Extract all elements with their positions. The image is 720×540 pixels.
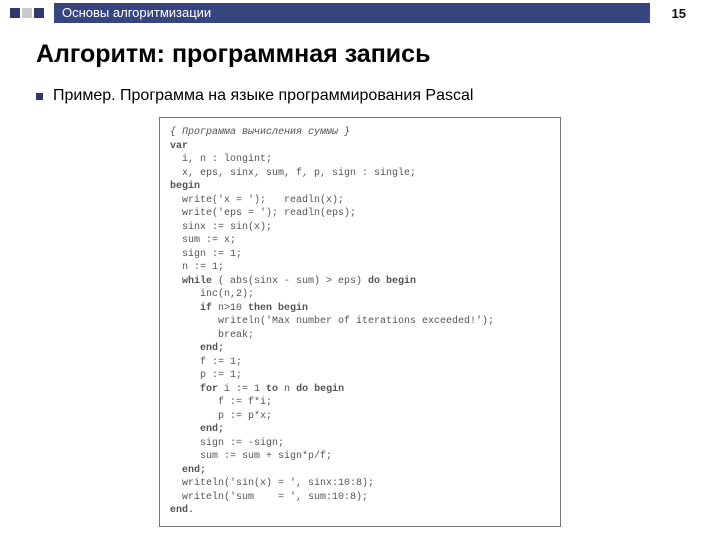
code-line: end; [170,465,206,476]
code-line: x, eps, sinx, sum, f, p, sign : single; [170,168,416,179]
code-kw: if [170,303,212,314]
code-kw: to [266,384,278,395]
code-kw: do begin [368,276,416,287]
code-line: sign := 1; [170,249,242,260]
code-line: end; [170,343,224,354]
code-line: inc(n,2); [170,289,254,300]
square-icon [34,8,44,18]
code-line: p := 1; [170,370,242,381]
code-line: write('x = '); readln(x); [170,195,344,206]
code-line: begin [170,181,200,192]
code-line: writeln('sum = ', sum:10:8); [170,492,368,503]
code-line: break; [170,330,254,341]
square-icon [10,8,20,18]
code-block: { Программа вычисления суммы } var i, n … [159,117,561,527]
code-line: sum := x; [170,235,236,246]
page-number: 15 [650,6,690,21]
code-kw: while [170,276,212,287]
code-line: n := 1; [170,262,224,273]
page-title: Алгоритм: программная запись [36,40,690,69]
code-kw: do begin [296,384,344,395]
code-kw: for [170,384,218,395]
code-line: var [170,141,188,152]
code-line: end; [170,424,224,435]
code-line: p := p*x; [170,411,272,422]
breadcrumb: Основы алгоритмизации [54,3,650,23]
code-line: write('eps = '); readln(eps); [170,208,356,219]
bullet-item: Пример. Программа на языке программирова… [36,85,690,107]
code-text: n>10 [212,303,248,314]
code-line: sign := -sign; [170,438,284,449]
header-decor-squares [10,8,44,18]
code-kw: then begin [248,303,308,314]
code-line: f := 1; [170,357,242,368]
slide-header: Основы алгоритмизации 15 [0,0,720,26]
bullet-icon [36,93,43,100]
code-line: i, n : longint; [170,154,272,165]
code-text: i := 1 [218,384,266,395]
code-line: writeln('sin(x) = ', sinx:10:8); [170,478,374,489]
code-line: writeln('Max number of iterations exceed… [170,316,494,327]
code-text: ( abs(sinx - sum) > eps) [212,276,368,287]
code-line: sinx := sin(x); [170,222,272,233]
square-icon [22,8,32,18]
code-text: n [278,384,296,395]
code-line: sum := sum + sign*p/f; [170,451,332,462]
bullet-text: Пример. Программа на языке программирова… [53,85,473,107]
code-line: end. [170,505,194,516]
code-line: { Программа вычисления суммы } [170,127,350,138]
code-line: f := f*i; [170,397,272,408]
